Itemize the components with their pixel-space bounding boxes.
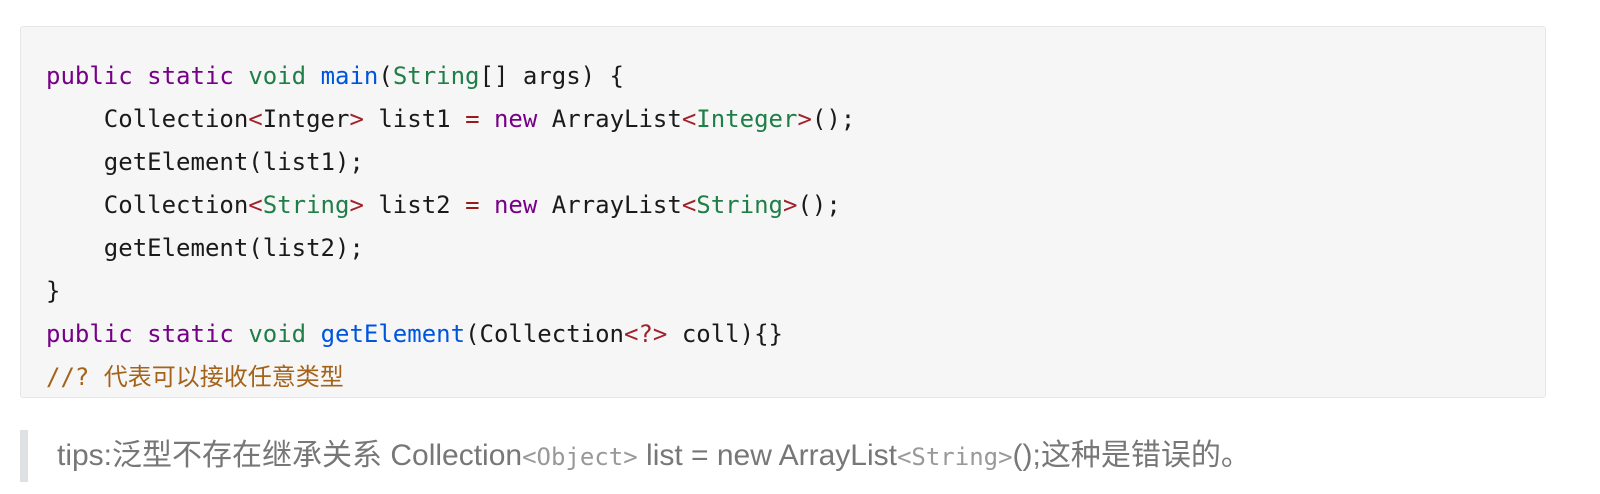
code-type: String — [262, 191, 350, 219]
inline-code-string: <String> — [896, 443, 1013, 471]
code-bracket: < — [248, 191, 263, 219]
code-line: getElement(list2); — [46, 227, 1545, 270]
code-token: ArrayList — [537, 191, 682, 219]
code-token: (); — [797, 191, 841, 219]
code-token: list1 — [363, 105, 466, 133]
code-token: list2 — [363, 191, 466, 219]
tip-text-before: tips:泛型不存在继承关系 Collection — [57, 439, 523, 472]
code-operator: = — [465, 105, 480, 133]
code-bracket: <?> — [624, 320, 668, 348]
code-bracket: > — [349, 105, 364, 133]
code-function: getElement — [320, 320, 466, 348]
code-token: (); — [811, 105, 856, 133]
code-keyword: static — [147, 320, 234, 348]
code-type: String — [696, 191, 783, 219]
code-line: Collection<String> list2 = new ArrayList… — [46, 184, 1545, 227]
code-operator: = — [465, 191, 480, 219]
code-line: public static void getElement(Collection… — [46, 313, 1545, 356]
code-type: Integer — [696, 105, 798, 133]
code-bracket: < — [681, 105, 697, 133]
code-block: public static void main(String[] args) {… — [20, 26, 1546, 398]
tip-text-after: ();这种是错误的。 — [1012, 439, 1251, 472]
inline-code-object: <Object> — [522, 443, 638, 471]
code-type: String — [392, 62, 480, 90]
code-bracket: > — [349, 191, 364, 219]
code-keyword: public — [46, 320, 133, 348]
code-comment: //? 代表可以接收任意类型 — [46, 363, 344, 391]
code-keyword: new — [493, 191, 538, 219]
code-keyword: static — [147, 62, 234, 90]
code-token: } — [46, 277, 61, 305]
tip-blockquote: tips:泛型不存在继承关系 Collection<Object> list =… — [20, 430, 1546, 482]
code-token: coll){} — [667, 320, 783, 348]
code-line: public static void main(String[] args) { — [46, 55, 1545, 98]
code-token: getElement(list2); — [46, 234, 364, 262]
code-token: Intger — [262, 105, 350, 133]
code-token: ArrayList — [537, 105, 682, 133]
code-token: Collection — [46, 105, 249, 133]
code-bracket: < — [681, 191, 697, 219]
code-type: void — [248, 62, 307, 90]
code-bracket: > — [782, 191, 798, 219]
code-type: void — [248, 320, 307, 348]
tip-text-middle: list = new ArrayList — [637, 439, 897, 472]
code-line: } — [46, 270, 1545, 313]
code-line: Collection<Intger> list1 = new ArrayList… — [46, 98, 1545, 141]
code-token: [] args) { — [479, 62, 625, 90]
code-line: getElement(list1); — [46, 141, 1545, 184]
code-keyword: public — [46, 62, 133, 90]
code-comment-line: //? 代表可以接收任意类型 — [46, 356, 1545, 399]
code-function: main — [320, 62, 379, 90]
code-token: getElement(list1); — [46, 148, 364, 176]
code-bracket: > — [797, 105, 812, 133]
code-token: (Collection — [465, 320, 625, 348]
code-token: ( — [378, 62, 393, 90]
code-keyword: new — [493, 105, 538, 133]
code-token: Collection — [46, 191, 249, 219]
code-bracket: < — [248, 105, 263, 133]
